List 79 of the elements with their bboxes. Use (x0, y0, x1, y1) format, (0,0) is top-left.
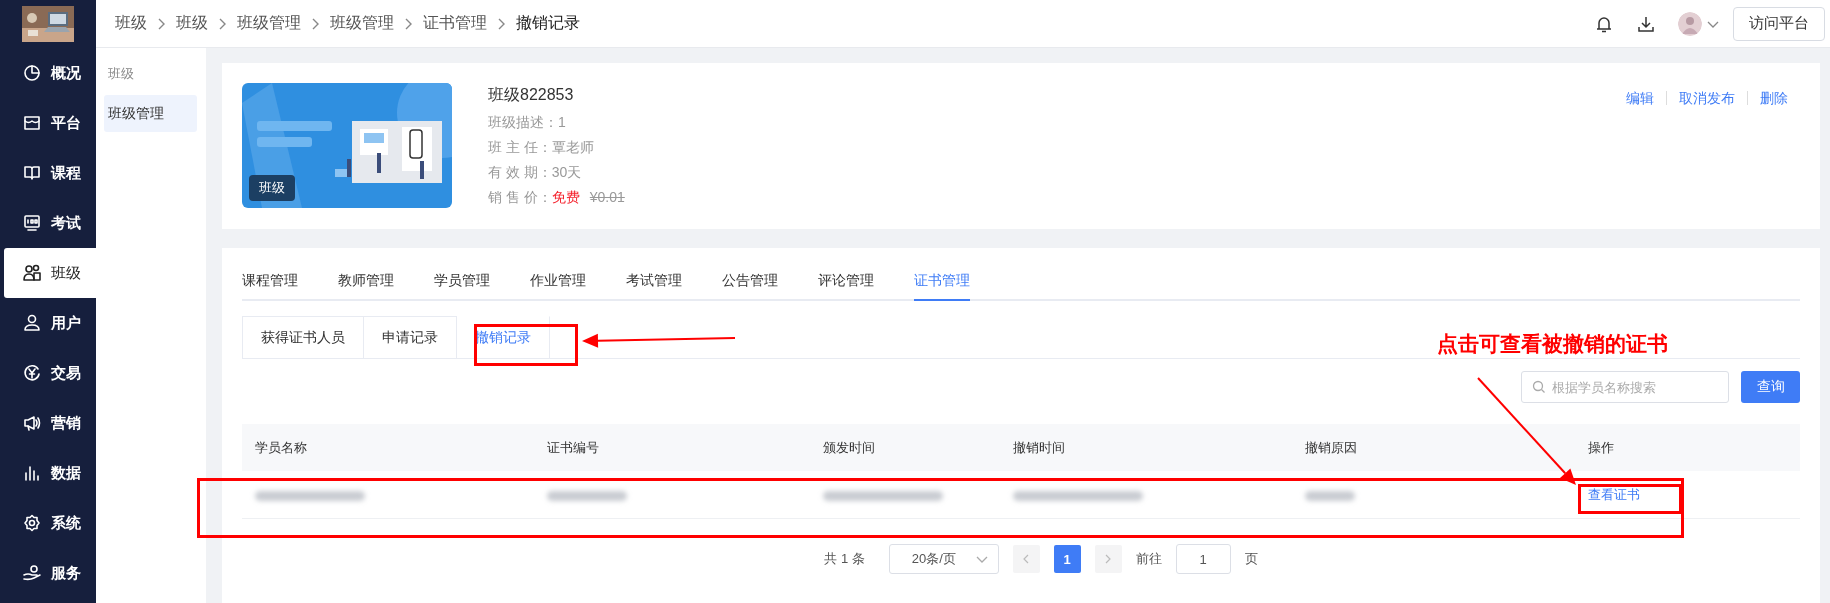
page-suffix: 页 (1244, 550, 1258, 568)
action-link[interactable]: 编辑 (1614, 91, 1666, 105)
chevron-icon (404, 17, 413, 30)
price-value: 免费 (551, 189, 580, 205)
goto-label: 前往 (1135, 550, 1162, 568)
section-heading: 班级 (107, 65, 135, 83)
class-badge: 班级 (249, 175, 295, 201)
tab[interactable]: 评论管理 (818, 272, 874, 301)
breadcrumb-item: 撤销记录 (516, 13, 580, 33)
hand-icon (23, 564, 41, 582)
annotation-text: 点击可查看被撤销的证书 (1437, 331, 1668, 358)
subnav-item[interactable]: 班级管理 (104, 95, 197, 132)
pie-chart-icon (23, 64, 41, 82)
megaphone-icon (23, 414, 41, 432)
sidebar-item[interactable]: 概况 (4, 48, 96, 98)
original-price: ¥0.01 (589, 189, 625, 205)
sidebar-item[interactable]: 服务 (4, 548, 96, 598)
sidebar-item[interactable]: 课程 (4, 148, 96, 198)
chevron-icon (218, 17, 227, 30)
person-icon (23, 314, 41, 332)
sub-tab[interactable]: 获得证书人员 (242, 316, 364, 358)
class-title: 班级822853 (488, 85, 575, 105)
page-size-select[interactable]: 20条/页 (888, 544, 999, 574)
sidebar-item[interactable]: 用户 (4, 298, 96, 348)
sub-tab[interactable]: 撤销记录 (456, 316, 550, 358)
chevron-right-icon (1104, 554, 1113, 564)
yen-circle-icon (23, 364, 41, 382)
column-header: 撤销原因 (1292, 424, 1575, 471)
tab[interactable]: 作业管理 (530, 272, 586, 301)
sidebar-item[interactable]: 数据 (4, 448, 96, 498)
breadcrumb-item[interactable]: 班级 (176, 13, 208, 34)
sidebar-item[interactable]: 交易 (4, 348, 96, 398)
query-button[interactable]: 查询 (1741, 371, 1800, 403)
bar-chart-icon (23, 464, 41, 482)
blurred-text (1305, 490, 1355, 501)
tab[interactable]: 课程管理 (242, 272, 298, 301)
breadcrumb-item[interactable]: 班级 (115, 13, 147, 34)
chevron-left-icon (1022, 554, 1031, 564)
sidebar-item[interactable]: 考试 (4, 198, 96, 248)
view-certificate-link[interactable]: 查看证书 (1588, 486, 1640, 502)
monitor-icon (23, 214, 41, 232)
book-icon (23, 164, 41, 182)
sidebar-item[interactable]: 营销 (4, 398, 96, 448)
people-icon (23, 264, 41, 282)
sidebar-item[interactable]: 平台 (4, 98, 96, 148)
total-count: 共 1 条 (824, 550, 865, 568)
sidebar-item[interactable]: 班级 (4, 248, 96, 298)
chevron-icon (157, 17, 166, 30)
breadcrumb-item[interactable]: 证书管理 (423, 13, 487, 34)
tab[interactable]: 公告管理 (722, 272, 778, 301)
storefront-icon (23, 114, 41, 132)
column-header: 学员名称 (242, 424, 534, 471)
class-field: 班 主 任：覃老师 (488, 139, 1578, 157)
tab[interactable]: 考试管理 (626, 272, 682, 301)
breadcrumb-item[interactable]: 班级管理 (237, 13, 301, 34)
column-header: 颁发时间 (810, 424, 1000, 471)
sidebar-item[interactable]: 系统 (4, 498, 96, 548)
column-header: 证书编号 (534, 424, 810, 471)
chevron-icon (497, 17, 506, 30)
avatar[interactable] (1678, 11, 1702, 36)
sub-tab[interactable]: 申请记录 (363, 316, 457, 358)
tab[interactable]: 教师管理 (338, 272, 394, 301)
gear-icon (23, 514, 41, 532)
column-header: 操作 (1575, 424, 1800, 471)
search-icon (1532, 380, 1546, 394)
column-header: 撤销时间 (1000, 424, 1292, 471)
price-label: 销 售 价： (488, 189, 552, 205)
action-link[interactable]: 取消发布 (1666, 91, 1747, 105)
class-field: 有 效 期：30天 (488, 164, 1578, 182)
chevron-icon (311, 17, 320, 30)
tab[interactable]: 学员管理 (434, 272, 490, 301)
tab[interactable]: 证书管理 (914, 272, 970, 301)
action-link[interactable]: 删除 (1747, 91, 1800, 105)
visit-platform-button[interactable]: 访问平台 (1733, 6, 1825, 41)
page-button[interactable]: 1 (1053, 545, 1081, 573)
search-field[interactable]: 根据学员名称搜索 (1521, 371, 1729, 403)
class-field: 班级描述：1 (488, 114, 1578, 132)
breadcrumb-item[interactable]: 班级管理 (330, 13, 394, 34)
page-input[interactable]: 1 (1175, 544, 1231, 574)
